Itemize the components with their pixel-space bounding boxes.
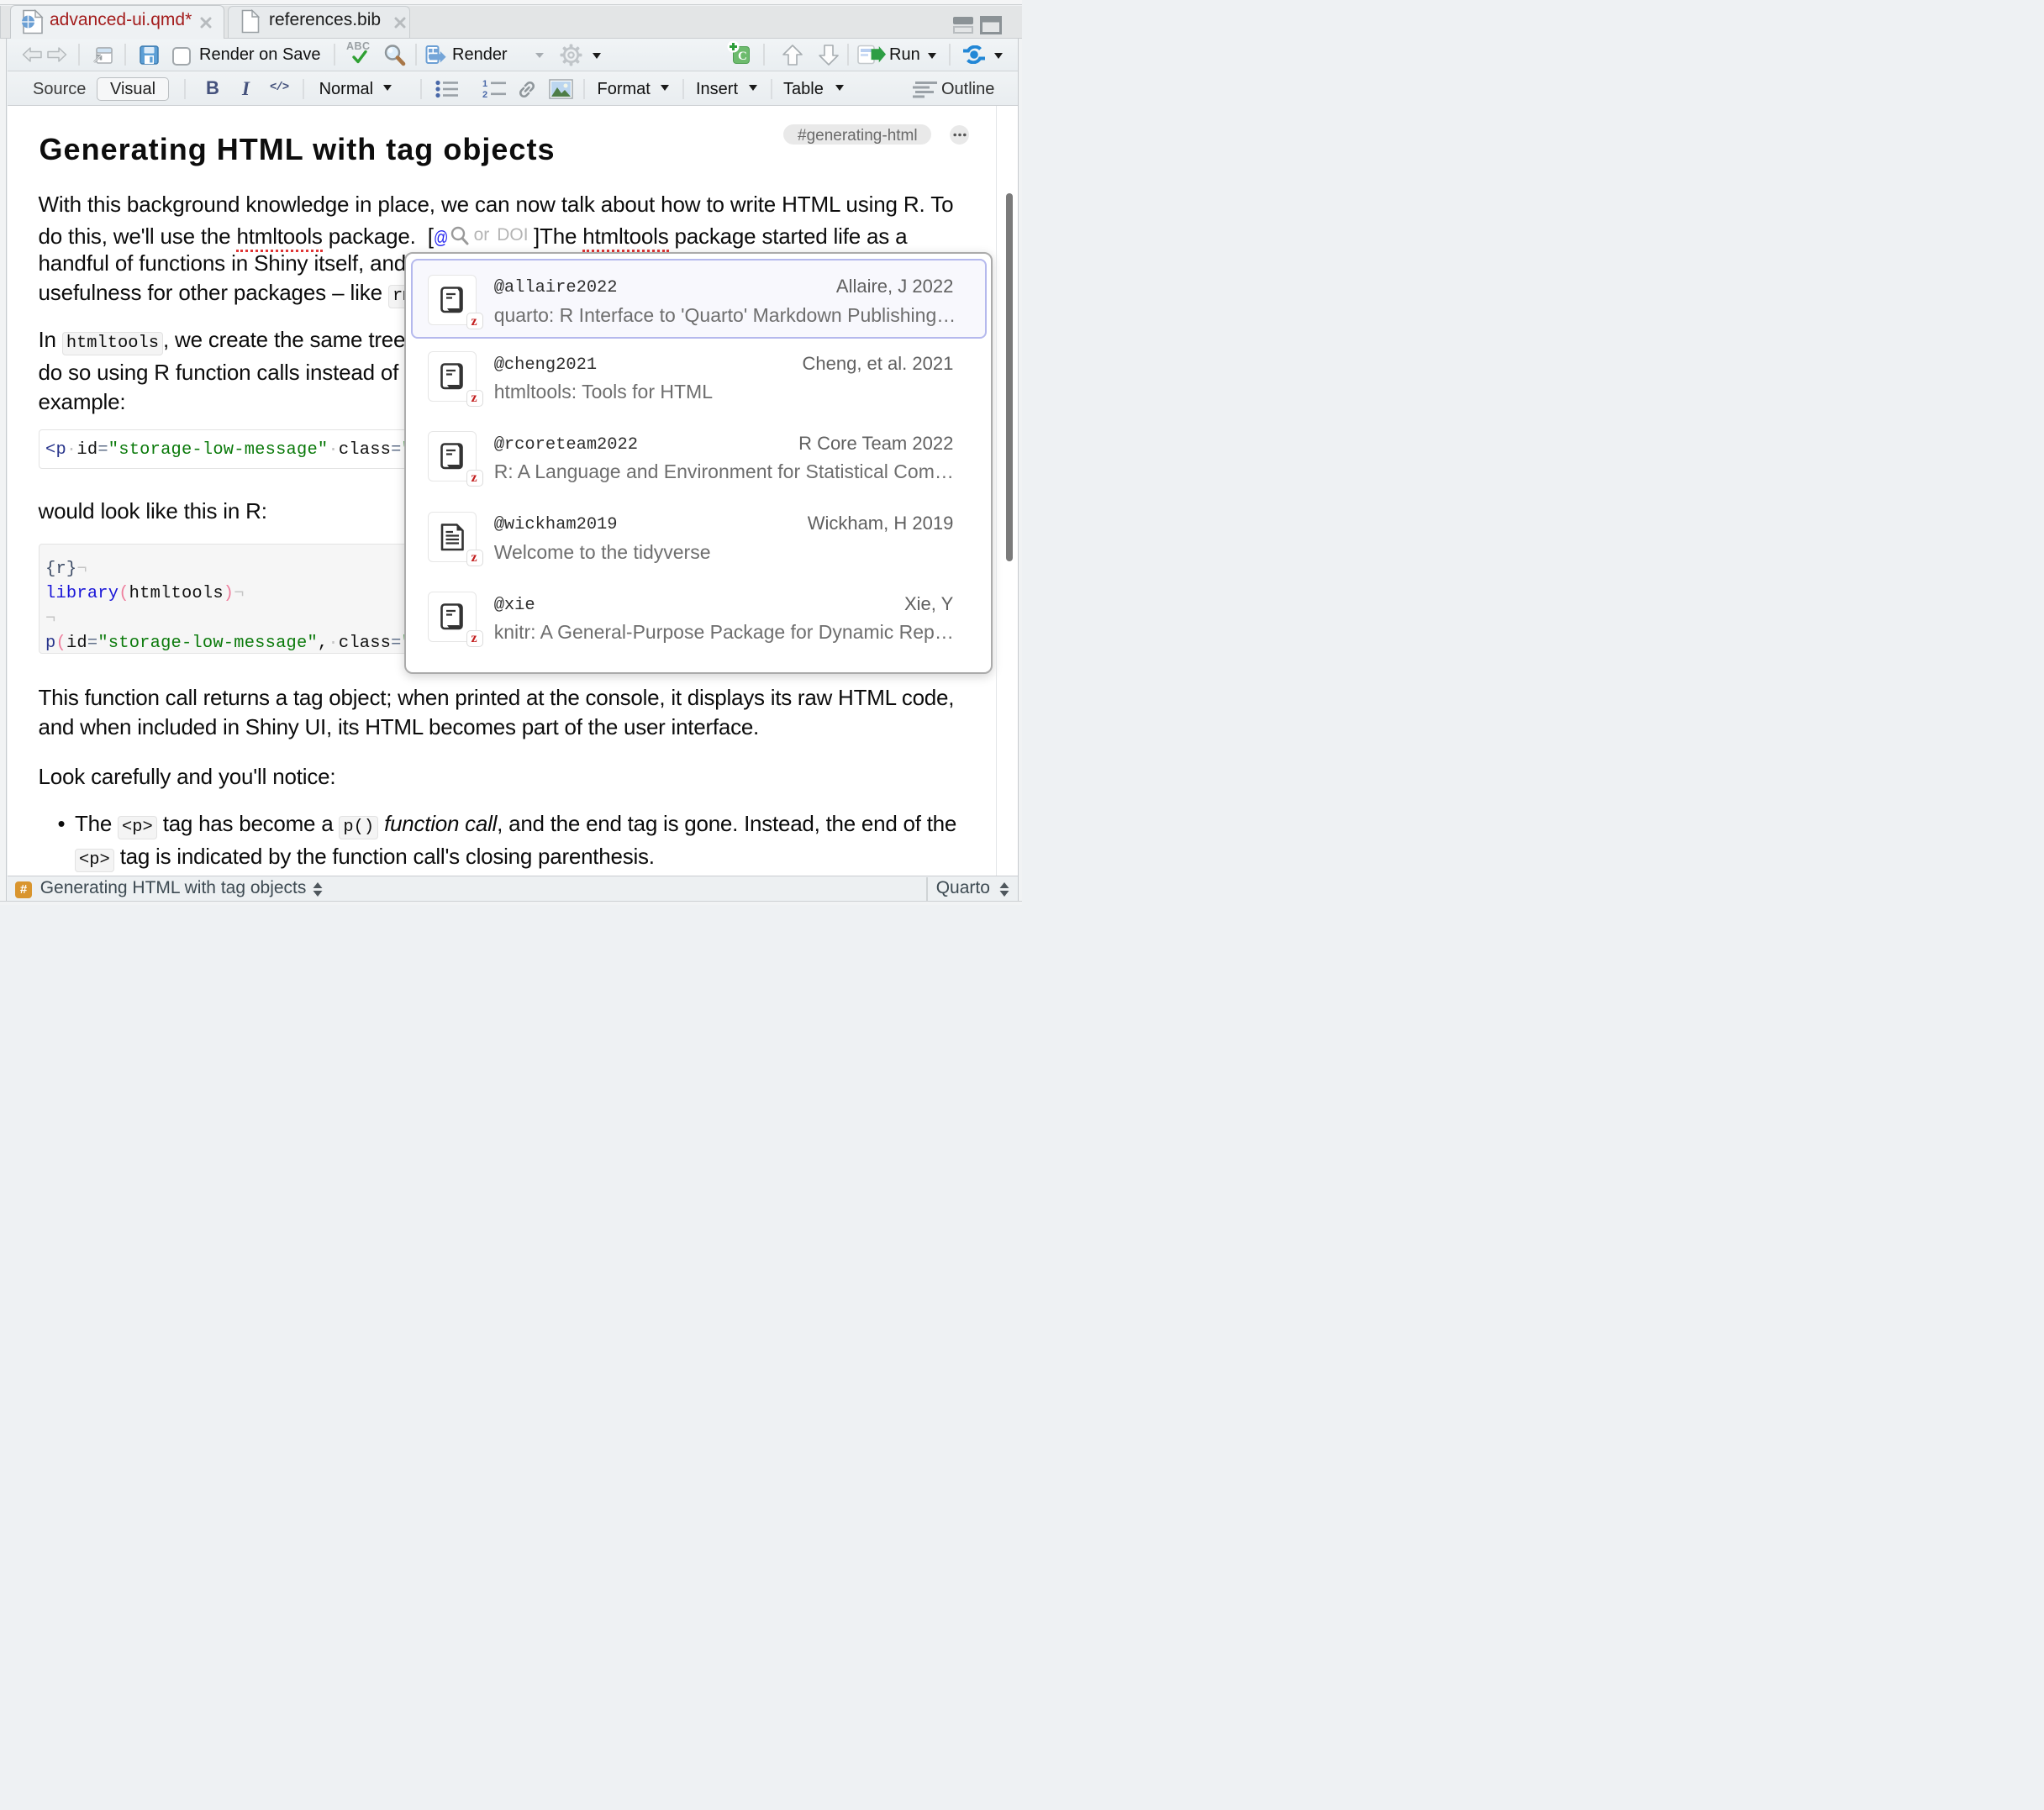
- svg-text:2: 2: [482, 90, 487, 99]
- svg-text:1: 1: [482, 79, 487, 89]
